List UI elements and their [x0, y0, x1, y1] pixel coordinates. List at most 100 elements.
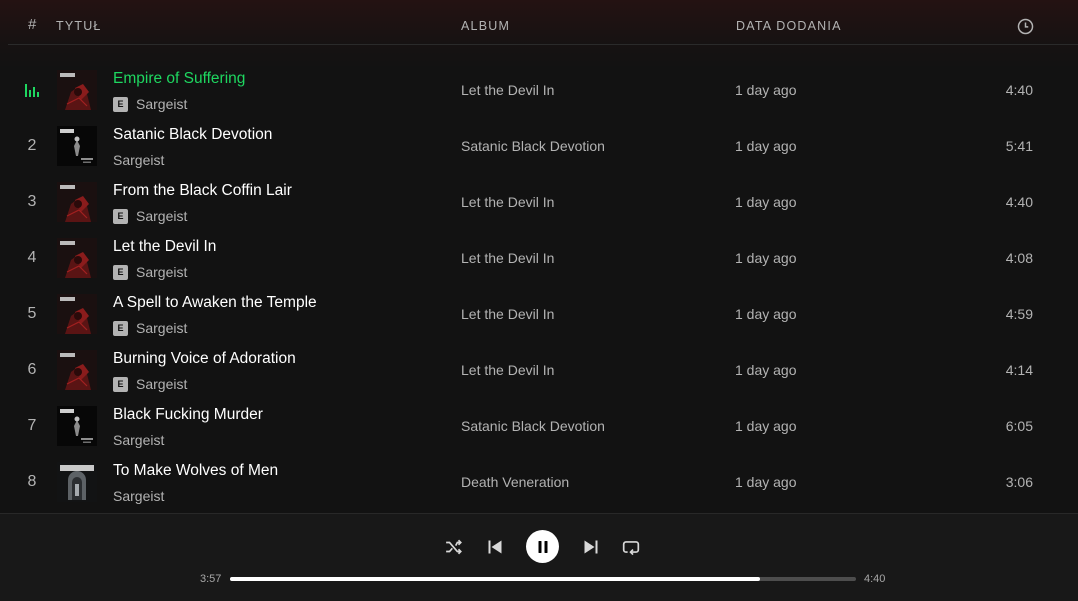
- track-date-added: 1 day ago: [735, 194, 797, 210]
- track-album[interactable]: Let the Devil In: [461, 362, 554, 378]
- track-date-added: 1 day ago: [735, 418, 797, 434]
- progress-fill: [230, 577, 760, 581]
- track-album[interactable]: Satanic Black Devotion: [461, 138, 605, 154]
- album-cover: [57, 238, 97, 278]
- track-duration: 6:05: [1005, 418, 1033, 434]
- track-number: 6: [27, 361, 37, 378]
- track-row[interactable]: 4 Let the Devil In E Sargeist Let the Devil …: [0, 230, 1078, 286]
- track-subline: E Sargeist: [113, 208, 187, 224]
- track-title[interactable]: Burning Voice of Adoration: [113, 350, 296, 368]
- track-artist[interactable]: Sargeist: [136, 264, 187, 280]
- track-subline: Sargeist: [113, 152, 164, 168]
- track-duration: 4:59: [1005, 306, 1033, 322]
- next-icon: [584, 540, 598, 554]
- track-subline: Sargeist: [113, 488, 164, 504]
- track-duration: 4:40: [1005, 194, 1033, 210]
- track-subline: E Sargeist: [113, 320, 187, 336]
- explicit-badge: E: [113, 320, 128, 336]
- track-subline: E Sargeist: [113, 96, 187, 112]
- track-artist[interactable]: Sargeist: [113, 152, 164, 168]
- track-album[interactable]: Satanic Black Devotion: [461, 418, 605, 434]
- track-title[interactable]: Black Fucking Murder: [113, 406, 263, 424]
- track-number: 7: [27, 417, 37, 434]
- track-duration: 5:41: [1005, 138, 1033, 154]
- track-artist[interactable]: Sargeist: [113, 488, 164, 504]
- track-artist[interactable]: Sargeist: [136, 208, 187, 224]
- album-cover: [57, 406, 97, 446]
- track-date-added: 1 day ago: [735, 362, 797, 378]
- track-duration: 3:06: [1005, 474, 1033, 490]
- track-row[interactable]: 6 Burning Voice of Adoration E Sargeist Let …: [0, 342, 1078, 398]
- track-subline: E Sargeist: [113, 376, 187, 392]
- play-pause-button[interactable]: [526, 530, 559, 563]
- track-artist[interactable]: Sargeist: [136, 376, 187, 392]
- next-button[interactable]: [581, 537, 601, 557]
- repeat-icon: [622, 541, 640, 556]
- track-row[interactable]: 2 Satanic Black Devotion Sargeist Satanic B…: [0, 118, 1078, 174]
- track-title[interactable]: To Make Wolves of Men: [113, 462, 278, 480]
- header-title[interactable]: Tytuł: [56, 18, 102, 34]
- track-number: 4: [27, 249, 37, 266]
- track-date-added: 1 day ago: [735, 138, 797, 154]
- album-cover: [57, 350, 97, 390]
- track-album[interactable]: Let the Devil In: [461, 250, 554, 266]
- repeat-button[interactable]: [621, 537, 641, 557]
- track-date-added: 1 day ago: [735, 250, 797, 266]
- track-title[interactable]: From the Black Coffin Lair: [113, 182, 292, 200]
- track-subline: Sargeist: [113, 432, 164, 448]
- album-cover: [57, 182, 97, 222]
- album-cover: [57, 294, 97, 334]
- track-number: 8: [27, 473, 37, 490]
- shuffle-button[interactable]: [444, 537, 464, 557]
- elapsed-time: 3:57: [200, 573, 222, 585]
- equalizer-icon: [24, 82, 40, 98]
- track-date-added: 1 day ago: [735, 474, 797, 490]
- track-row[interactable]: 5 A Spell to Awaken the Temple E Sargeist Le…: [0, 286, 1078, 342]
- track-row[interactable]: 8 To Make Wolves of Men Sargeist Death Vene…: [0, 454, 1078, 510]
- album-cover: [57, 126, 97, 166]
- header-number: #: [28, 16, 37, 33]
- track-number: 3: [27, 193, 37, 210]
- explicit-badge: E: [113, 264, 128, 280]
- track-album[interactable]: Let the Devil In: [461, 306, 554, 322]
- album-cover: [57, 70, 97, 110]
- track-album[interactable]: Let the Devil In: [461, 194, 554, 210]
- track-artist[interactable]: Sargeist: [113, 432, 164, 448]
- tracklist: # Tytuł Album Data dodania Empire of Suf…: [0, 0, 1078, 513]
- pause-icon: [538, 540, 547, 553]
- track-row[interactable]: Empire of Suffering E Sargeist Let the Devi…: [0, 62, 1078, 118]
- tracklist-header: # Tytuł Album Data dodania: [0, 0, 1078, 45]
- explicit-badge: E: [113, 376, 128, 392]
- track-number: 2: [27, 137, 37, 154]
- track-album[interactable]: Let the Devil In: [461, 82, 554, 98]
- track-title[interactable]: Satanic Black Devotion: [113, 126, 272, 144]
- header-date-added[interactable]: Data dodania: [736, 18, 842, 34]
- track-duration: 4:08: [1005, 250, 1033, 266]
- previous-icon: [488, 540, 502, 554]
- track-duration: 4:14: [1005, 362, 1033, 378]
- track-artist[interactable]: Sargeist: [136, 96, 187, 112]
- track-duration: 4:40: [1005, 82, 1033, 98]
- explicit-badge: E: [113, 96, 128, 112]
- track-row[interactable]: 3 From the Black Coffin Lair E Sargeist Let …: [0, 174, 1078, 230]
- track-row[interactable]: 7 Black Fucking Murder Sargeist Satanic Bla…: [0, 398, 1078, 454]
- header-album[interactable]: Album: [461, 18, 510, 34]
- track-title[interactable]: A Spell to Awaken the Temple: [113, 294, 317, 312]
- track-title[interactable]: Let the Devil In: [113, 238, 216, 256]
- previous-button[interactable]: [485, 537, 505, 557]
- shuffle-icon: [446, 539, 462, 555]
- player-bar: 3:57 4:40: [0, 513, 1078, 601]
- clock-icon[interactable]: [1017, 18, 1034, 35]
- track-album[interactable]: Death Veneration: [461, 474, 569, 490]
- track-date-added: 1 day ago: [735, 82, 797, 98]
- track-subline: E Sargeist: [113, 264, 187, 280]
- track-artist[interactable]: Sargeist: [136, 320, 187, 336]
- total-time: 4:40: [864, 573, 886, 585]
- track-number: 5: [27, 305, 37, 322]
- progress-bar[interactable]: [230, 577, 856, 581]
- album-cover: [57, 462, 97, 502]
- explicit-badge: E: [113, 208, 128, 224]
- track-title[interactable]: Empire of Suffering: [113, 70, 245, 88]
- header-divider: [8, 44, 1078, 45]
- track-date-added: 1 day ago: [735, 306, 797, 322]
